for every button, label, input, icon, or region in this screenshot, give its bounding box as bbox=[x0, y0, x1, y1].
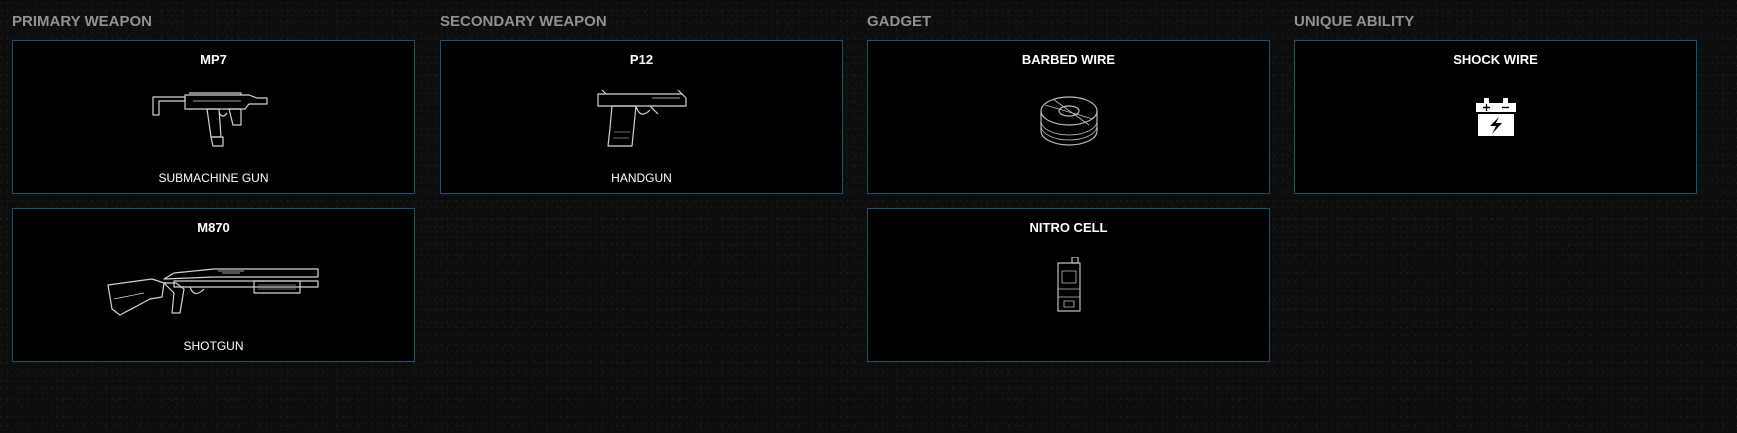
weapon-type: SHOTGUN bbox=[183, 339, 244, 353]
gadget-column: GADGET BARBED WIRE NITRO CELL bbox=[867, 13, 1270, 362]
weapon-card-mp7[interactable]: MP7 SUBMACHINE GUN bbox=[12, 40, 415, 194]
nitro-cell-icon bbox=[1054, 257, 1084, 315]
primary-weapon-column: PRIMARY WEAPON MP7 SUBMACHINE GUN M870 S… bbox=[12, 13, 415, 362]
submachine-gun-icon bbox=[149, 89, 279, 151]
secondary-weapon-heading: SECONDARY WEAPON bbox=[440, 13, 607, 30]
weapon-type: HANDGUN bbox=[611, 171, 672, 185]
gadget-card-nitro-cell[interactable]: NITRO CELL bbox=[867, 208, 1270, 362]
weapon-card-m870[interactable]: M870 SHOTGUN bbox=[12, 208, 415, 362]
loadout-page: { "columns": [ { "title": "PRIMARY WEAPO… bbox=[0, 0, 1737, 433]
barbed-wire-icon bbox=[1033, 91, 1105, 151]
handgun-icon bbox=[592, 88, 692, 152]
secondary-weapon-column: SECONDARY WEAPON P12 HANDGUN bbox=[440, 13, 843, 194]
shock-wire-icon bbox=[1475, 96, 1517, 138]
ability-card-shock-wire[interactable]: SHOCK WIRE bbox=[1294, 40, 1697, 194]
unique-ability-column: UNIQUE ABILITY SHOCK WIRE bbox=[1294, 13, 1697, 194]
shotgun-icon bbox=[104, 259, 324, 319]
weapon-name: P12 bbox=[629, 52, 654, 67]
weapon-card-p12[interactable]: P12 HANDGUN bbox=[440, 40, 843, 194]
gadget-card-barbed-wire[interactable]: BARBED WIRE bbox=[867, 40, 1270, 194]
weapon-name: M870 bbox=[197, 220, 230, 235]
weapon-type: SUBMACHINE GUN bbox=[158, 171, 269, 185]
gadget-name: NITRO CELL bbox=[1029, 220, 1108, 235]
primary-weapon-heading: PRIMARY WEAPON bbox=[12, 13, 153, 30]
gadget-heading: GADGET bbox=[867, 13, 932, 30]
ability-name: SHOCK WIRE bbox=[1453, 52, 1538, 67]
unique-ability-heading: UNIQUE ABILITY bbox=[1294, 13, 1415, 30]
gadget-name: BARBED WIRE bbox=[1021, 52, 1116, 67]
weapon-name: MP7 bbox=[200, 52, 227, 67]
